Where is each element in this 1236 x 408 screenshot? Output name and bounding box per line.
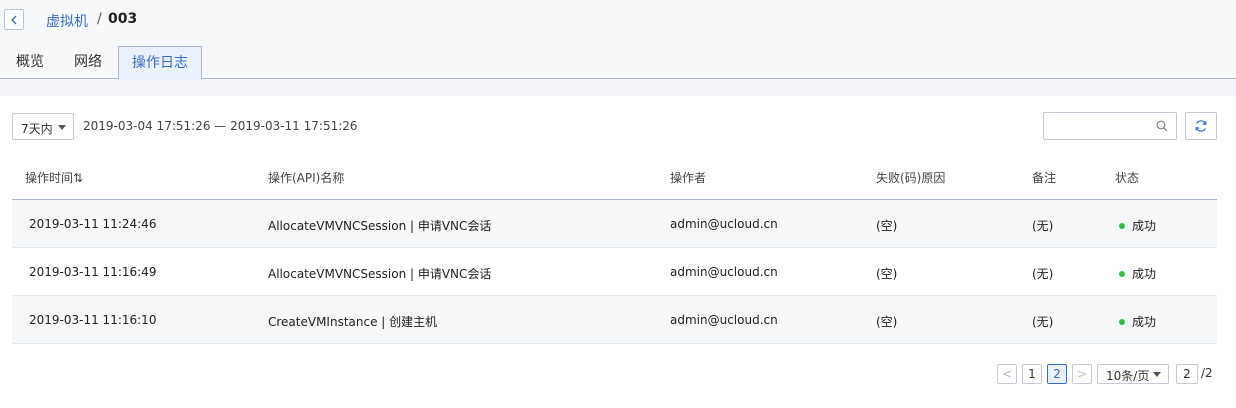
breadcrumb-current: 003 [108,11,138,27]
page-size-select[interactable]: 10条/页 [1097,364,1169,384]
cell-time: 2019-03-11 11:24:46 [29,217,157,231]
table-row[interactable]: 2019-03-11 11:16:49 AllocateVMVNCSession… [12,248,1217,296]
table-row[interactable]: 2019-03-11 11:16:10 CreateVMInstance | 创… [12,296,1217,344]
page-button-1[interactable]: 1 [1022,364,1042,384]
operation-log-table: 操作时间⇅ 操作(API)名称 操作者 失败(码)原因 备注 状态 2019-0… [12,158,1217,344]
refresh-button[interactable] [1185,112,1217,140]
cell-api: AllocateVMVNCSession | 申请VNC会话 [268,267,492,281]
page-button-2[interactable]: 2 [1047,364,1067,384]
page-jump-input[interactable]: 2 [1176,364,1198,384]
cell-reason: (空) [876,315,898,329]
column-header-time[interactable]: 操作时间⇅ [25,169,83,186]
column-header-reason: 失败(码)原因 [876,171,946,185]
cell-api: CreateVMInstance | 创建主机 [268,315,438,329]
cell-operator: admin@ucloud.cn [670,265,778,279]
date-range-text: 2019-03-04 17:51:26 — 2019-03-11 17:51:2… [83,119,358,133]
header-bar: 虚拟机 / 003 [0,0,1236,46]
cell-reason: (空) [876,267,898,281]
time-range-label: 7天内 [21,122,53,136]
cell-note: (无) [1032,267,1054,281]
tab-bar: 概览 网络 操作日志 [0,46,1236,80]
refresh-icon [1195,120,1207,132]
log-panel: 7天内 2019-03-04 17:51:26 — 2019-03-11 17:… [0,96,1236,408]
status-text: 成功 [1132,267,1157,281]
prev-page-button[interactable]: < [997,364,1017,384]
column-header-note: 备注 [1032,171,1057,185]
success-dot-icon [1119,318,1125,325]
tab-operation-log[interactable]: 操作日志 [118,46,202,80]
cell-time: 2019-03-11 11:16:49 [29,265,157,279]
page-size-label: 10条/页 [1106,369,1150,383]
cell-operator: admin@ucloud.cn [670,313,778,327]
next-page-button[interactable]: > [1072,364,1092,384]
tab-network[interactable]: 网络 [68,46,108,79]
caret-down-icon [58,125,66,130]
success-dot-icon [1119,270,1125,277]
cell-status: 成功 [1119,313,1156,330]
column-header-status: 状态 [1115,171,1140,185]
cell-time: 2019-03-11 11:16:10 [29,313,157,327]
search-icon[interactable] [1156,120,1168,132]
page-total: /2 [1201,366,1213,380]
cell-note: (无) [1032,315,1054,329]
column-header-api: 操作(API)名称 [268,171,345,185]
tab-overview[interactable]: 概览 [10,46,50,79]
status-text: 成功 [1132,315,1157,329]
chevron-left-icon [11,15,17,24]
search-input[interactable] [1048,116,1152,136]
column-header-operator: 操作者 [670,171,707,185]
success-dot-icon [1119,222,1125,229]
cell-note: (无) [1032,219,1054,233]
cell-reason: (空) [876,219,898,233]
time-range-select[interactable]: 7天内 [12,113,74,140]
breadcrumb-separator: / [97,11,102,27]
status-text: 成功 [1132,219,1157,233]
table-header: 操作时间⇅ 操作(API)名称 操作者 失败(码)原因 备注 状态 [12,158,1217,200]
breadcrumb-vm-link[interactable]: 虚拟机 [46,11,88,31]
cell-status: 成功 [1119,217,1156,234]
back-button[interactable] [4,9,24,30]
search-box[interactable] [1043,112,1177,140]
table-row[interactable]: 2019-03-11 11:24:46 AllocateVMVNCSession… [12,200,1217,248]
pagination: < 1 2 > 10条/页 2 /2 [0,364,1236,384]
cell-status: 成功 [1119,265,1156,282]
caret-down-icon [1153,372,1161,377]
cell-operator: admin@ucloud.cn [670,217,778,231]
cell-api: AllocateVMVNCSession | 申请VNC会话 [268,219,492,233]
